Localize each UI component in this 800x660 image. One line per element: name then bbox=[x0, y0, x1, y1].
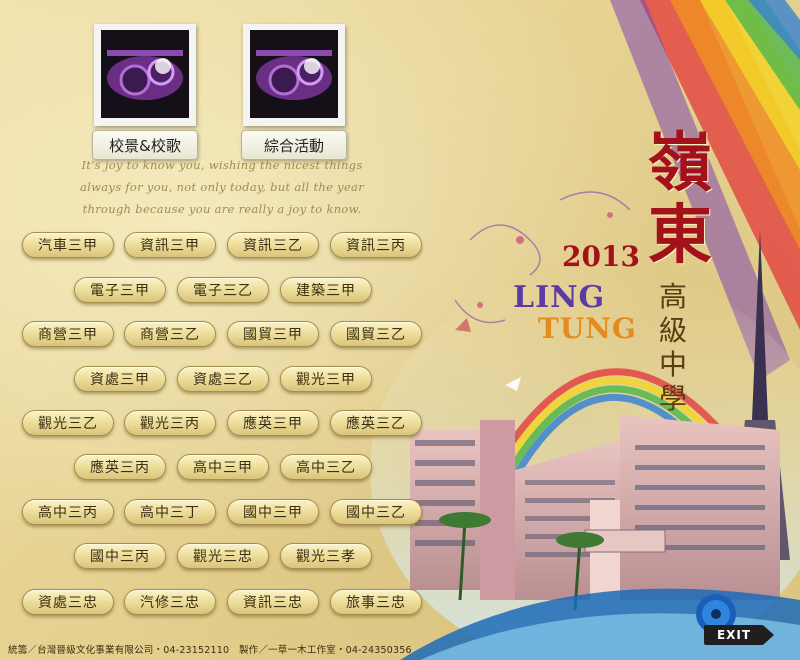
class-button[interactable]: 國中三甲 bbox=[227, 499, 319, 525]
school-type-char: 學 bbox=[658, 382, 687, 415]
class-button[interactable]: 觀光三孝 bbox=[280, 543, 372, 569]
school-name-title: 嶺東 bbox=[644, 128, 716, 272]
class-button[interactable]: 汽修三忠 bbox=[124, 589, 216, 615]
activities-button[interactable]: 綜合活動 bbox=[241, 24, 347, 160]
class-button[interactable]: 高中三丁 bbox=[124, 499, 216, 525]
class-button[interactable]: 觀光三乙 bbox=[22, 410, 114, 436]
quote-text: It's joy to know you, wishing the nicest… bbox=[72, 154, 372, 220]
exit-button[interactable]: EXIT bbox=[692, 592, 778, 652]
quote-line: through because you are really a joy to … bbox=[82, 202, 362, 216]
year-label: 2013 bbox=[562, 240, 640, 273]
class-button[interactable]: 應英三乙 bbox=[330, 410, 422, 436]
school-type-vertical: 高 級 中 學 bbox=[656, 280, 690, 416]
class-button[interactable]: 電子三乙 bbox=[177, 277, 269, 303]
class-button[interactable]: 資處三乙 bbox=[177, 366, 269, 392]
main-menu-stage: 校景&校歌 綜合活動 It's joy to know you, wishing… bbox=[0, 0, 800, 660]
class-button[interactable]: 資訊三忠 bbox=[227, 589, 319, 615]
school-type-char: 級 bbox=[658, 314, 687, 347]
class-button[interactable]: 應英三丙 bbox=[74, 454, 166, 480]
class-button[interactable]: 商營三乙 bbox=[124, 321, 216, 347]
ling-label: LING bbox=[513, 280, 606, 315]
quote-line: It's joy to know you, wishing the nicest… bbox=[81, 158, 363, 172]
class-button[interactable]: 建築三甲 bbox=[280, 277, 372, 303]
class-button[interactable]: 觀光三忠 bbox=[177, 543, 269, 569]
school-name-char: 嶺 bbox=[648, 126, 712, 201]
class-button[interactable]: 電子三甲 bbox=[74, 277, 166, 303]
class-button[interactable]: 資訊三甲 bbox=[124, 232, 216, 258]
class-button[interactable]: 商營三甲 bbox=[22, 321, 114, 347]
class-button[interactable]: 資訊三乙 bbox=[227, 232, 319, 258]
tung-label: TUNG bbox=[538, 312, 637, 345]
class-button[interactable]: 高中三乙 bbox=[280, 454, 372, 480]
school-name-char: 東 bbox=[648, 198, 712, 273]
school-name-char: 嶺東 bbox=[644, 128, 716, 272]
quote-line: always for you, not only today, but all … bbox=[79, 180, 365, 194]
class-button[interactable]: 觀光三甲 bbox=[280, 366, 372, 392]
credits-footer: 統籌／台灣晉級文化事業有限公司・04-23152110 製作／一草一木工作室・0… bbox=[8, 645, 412, 656]
class-button[interactable]: 資處三甲 bbox=[74, 366, 166, 392]
class-button[interactable]: 資訊三丙 bbox=[330, 232, 422, 258]
class-button[interactable]: 高中三甲 bbox=[177, 454, 269, 480]
class-button[interactable]: 高中三丙 bbox=[22, 499, 114, 525]
class-button[interactable]: 應英三甲 bbox=[227, 410, 319, 436]
class-button[interactable]: 國貿三甲 bbox=[227, 321, 319, 347]
school-type-char: 高 bbox=[658, 280, 687, 313]
school-type-char: 中 bbox=[658, 348, 687, 381]
class-button[interactable]: 觀光三丙 bbox=[124, 410, 216, 436]
class-button[interactable]: 旅事三忠 bbox=[330, 589, 422, 615]
class-button[interactable]: 國中三丙 bbox=[74, 543, 166, 569]
class-button[interactable]: 國貿三乙 bbox=[330, 321, 422, 347]
class-button[interactable]: 資處三忠 bbox=[22, 589, 114, 615]
school-song-button[interactable]: 校景&校歌 bbox=[92, 24, 198, 160]
class-button[interactable]: 汽車三甲 bbox=[22, 232, 114, 258]
exit-label: EXIT bbox=[704, 625, 764, 645]
film-reel-icon bbox=[250, 30, 338, 118]
film-reel-icon bbox=[101, 30, 189, 118]
class-button[interactable]: 國中三乙 bbox=[330, 499, 422, 525]
